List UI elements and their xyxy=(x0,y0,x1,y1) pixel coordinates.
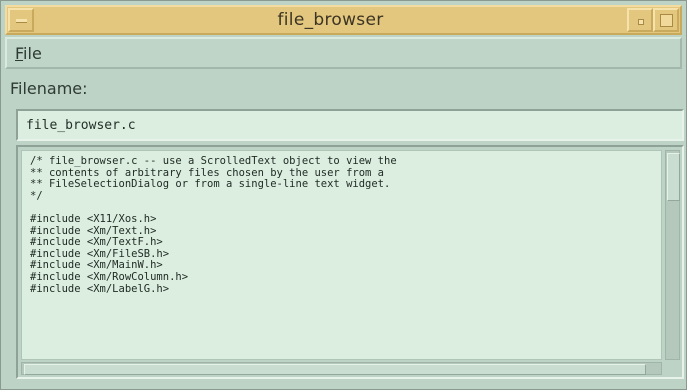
vertical-scrollbar[interactable] xyxy=(665,150,680,360)
scrollbar-corner xyxy=(665,362,680,375)
filename-label: Filename: xyxy=(10,79,88,98)
menu-file[interactable]: File xyxy=(15,44,42,63)
menu-file-mnemonic: F xyxy=(15,44,24,63)
menu-file-label: ile xyxy=(23,44,42,63)
scrolled-text: /* file_browser.c -- use a ScrolledText … xyxy=(16,145,684,379)
filename-input[interactable] xyxy=(16,109,684,141)
horizontal-scroll-thumb[interactable] xyxy=(24,364,646,375)
title-bar[interactable]: file_browser xyxy=(5,5,682,35)
file-browser-window: file_browser File Filename: /* file_brow… xyxy=(0,0,687,390)
file-content-text[interactable]: /* file_browser.c -- use a ScrolledText … xyxy=(21,150,662,360)
maximize-icon[interactable] xyxy=(653,8,679,32)
window-menu-icon[interactable] xyxy=(8,8,34,32)
window-title: file_browser xyxy=(277,10,384,30)
menu-bar: File xyxy=(5,37,682,69)
vertical-scroll-thumb[interactable] xyxy=(667,153,680,201)
horizontal-scrollbar[interactable] xyxy=(21,362,662,375)
minimize-icon[interactable] xyxy=(627,8,653,32)
